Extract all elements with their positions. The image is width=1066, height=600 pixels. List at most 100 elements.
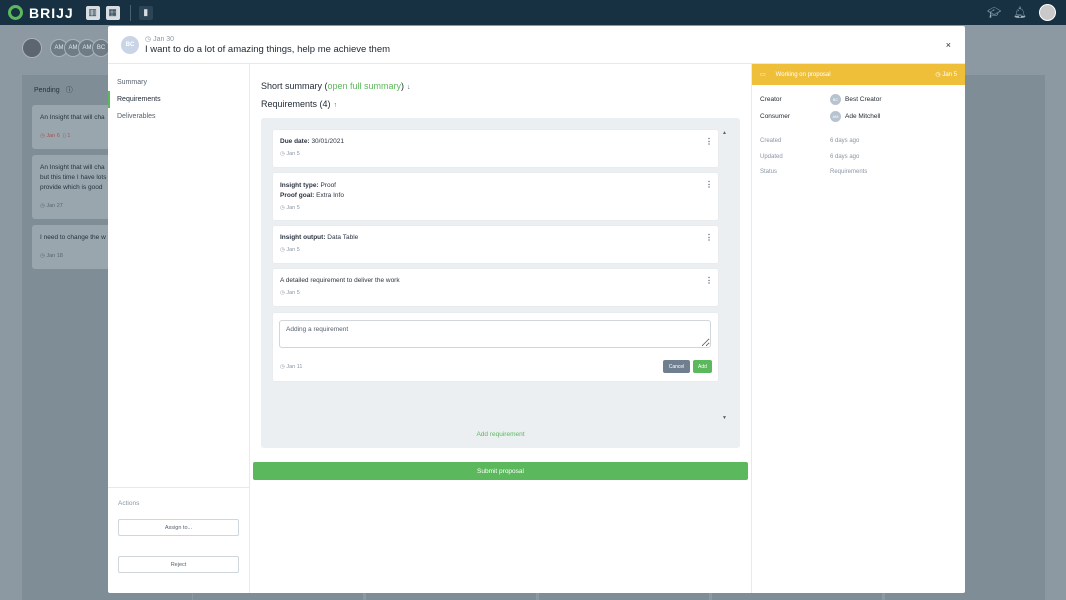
status-date-text: Jan 5 — [942, 72, 957, 78]
actions-label: Actions — [118, 500, 140, 507]
requirement-date-text: Jan 5 — [286, 290, 300, 296]
consumer-mini-avatar: AM — [830, 111, 841, 122]
requirement-text: A detailed requirement to deliver the wo… — [280, 276, 400, 286]
new-requirement-input[interactable]: Adding a requirement — [279, 320, 711, 348]
more-options-icon[interactable]: ⋮ — [705, 233, 713, 242]
status-row: Status Requirements — [760, 169, 867, 175]
board-owner-avatar[interactable] — [22, 38, 42, 58]
consumer-label: Consumer — [760, 113, 790, 120]
new-requirement-date: ◷ Jan 11 — [280, 364, 303, 370]
columns-view-button[interactable]: ▦ — [105, 5, 120, 20]
card-date: Jan 27 — [46, 203, 63, 209]
requirement-label: Insight type: — [280, 182, 319, 189]
consumer-row: Consumer AM Ade Mitchell — [760, 111, 880, 122]
requirement-date-text: Jan 5 — [286, 247, 300, 253]
add-requirement-link[interactable]: Add requirement — [261, 431, 740, 438]
bell-icon[interactable]: 🔔︎ — [1013, 6, 1027, 19]
creator-mini-avatar: BC — [830, 94, 841, 105]
summary-label: Short summary ( — [261, 81, 328, 91]
scroll-down-icon[interactable]: ▼ — [722, 415, 727, 421]
board-view-button[interactable]: ▥ — [85, 5, 100, 20]
nav-deliverables[interactable]: Deliverables — [108, 108, 249, 125]
requirement-value: Data Table — [327, 234, 359, 241]
creator-label: Creator — [760, 96, 782, 103]
requirement-label: Insight output: — [280, 234, 326, 241]
status-label: Working on proposal — [775, 71, 831, 78]
scroll-up-icon[interactable]: ▲ — [722, 130, 727, 136]
requirement-value: Proof — [320, 182, 336, 189]
card-count: 1 — [67, 133, 71, 139]
requirements-list: ▲ Due date: 30/01/2021 ◷ Jan 5 ⋮ Insight… — [261, 118, 740, 448]
arrow-up-icon[interactable]: ↑ — [334, 102, 338, 109]
summary-label-end: ) — [401, 81, 405, 91]
requirement-date-text: Jan 5 — [286, 205, 300, 211]
updated-row: Updated 6 days ago — [760, 154, 859, 160]
requirement-card[interactable]: A detailed requirement to deliver the wo… — [273, 269, 718, 306]
requirement-date: ◷ Jan 5 — [280, 290, 300, 296]
card-date: Jan 6 — [46, 133, 60, 139]
requirements-heading: Requirements (4) ↑ — [261, 99, 337, 109]
requirement-date: ◷ Jan 5 — [280, 247, 300, 253]
requirement-date: ◷ Jan 5 — [280, 205, 300, 211]
more-options-icon[interactable]: ⋮ — [705, 276, 713, 285]
more-options-icon[interactable]: ⋮ — [705, 180, 713, 189]
status-banner: ▭ Working on proposal ◷ Jan 5 — [752, 64, 965, 85]
graduation-cap-icon[interactable]: 🎓︎ — [987, 6, 1001, 19]
reject-button[interactable]: Reject — [118, 556, 239, 573]
modal-date: ◷ Jan 30 — [145, 36, 175, 43]
created-label: Created — [760, 138, 782, 144]
nav-summary[interactable]: Summary — [108, 74, 249, 91]
requirement-card[interactable]: Insight output: Data Table ◷ Jan 5 ⋮ — [273, 226, 718, 263]
add-button[interactable]: Add — [693, 360, 712, 373]
modal-sidebar: Summary Requirements Deliverables Action… — [108, 64, 250, 593]
requirement-value: A detailed requirement to deliver the wo… — [280, 277, 400, 284]
divider — [108, 487, 249, 488]
card-date: Jan 18 — [46, 253, 63, 259]
requirement-date-text: Jan 5 — [286, 151, 300, 157]
assign-button[interactable]: Assign to... — [118, 519, 239, 536]
info-icon: ⓘ — [65, 87, 73, 94]
folder-icon: ▭ — [760, 72, 766, 78]
new-requirement-date-text: Jan 11 — [286, 364, 303, 370]
top-navigation-bar: BRIJJ ▥ ▦ ▮ 🎓︎ 🔔︎ — [0, 0, 1066, 25]
requirement-text: Due date: 30/01/2021 — [280, 137, 344, 147]
cancel-button[interactable]: Cancel — [663, 360, 690, 373]
requirement-value: 30/01/2021 — [311, 138, 344, 145]
arrow-down-icon[interactable]: ↓ — [407, 84, 411, 91]
user-avatar[interactable] — [1039, 4, 1056, 21]
open-full-summary-link[interactable]: open full summary — [328, 81, 402, 91]
updated-label: Updated — [760, 154, 783, 160]
requirement-value: Extra Info — [316, 192, 344, 199]
proposal-modal: BC ◷ Jan 30 I want to do a lot of amazin… — [108, 26, 965, 593]
brijj-logo[interactable]: BRIJJ — [8, 5, 74, 21]
requirement-text: Insight type: Proof — [280, 181, 336, 191]
requirements-section: Short summary (open full summary) ↓ Requi… — [250, 64, 751, 593]
consumer-name[interactable]: Ade Mitchell — [845, 113, 880, 120]
close-icon[interactable]: × — [946, 40, 951, 50]
status-row-label: Status — [760, 169, 778, 175]
creator-avatar: BC — [121, 36, 139, 54]
logo-icon — [8, 5, 23, 20]
requirement-card[interactable]: Due date: 30/01/2021 ◷ Jan 5 ⋮ — [273, 130, 718, 167]
modal-date-text: Jan 30 — [153, 36, 175, 43]
requirement-text: Proof goal: Extra Info — [280, 191, 344, 201]
app-name: BRIJJ — [29, 4, 74, 21]
requirement-label: Proof goal: — [280, 192, 315, 199]
created-row: Created 6 days ago — [760, 138, 859, 144]
short-summary-heading: Short summary (open full summary) ↓ — [261, 81, 411, 91]
details-panel: ▭ Working on proposal ◷ Jan 5 Creator BC… — [751, 64, 965, 593]
requirement-date: ◷ Jan 5 — [280, 151, 300, 157]
divider — [129, 4, 131, 21]
reports-button[interactable]: ▮ — [138, 5, 153, 20]
requirement-label: Due date: — [280, 138, 310, 145]
status-value: Requirements — [830, 169, 868, 175]
creator-row: Creator BC Best Creator — [760, 94, 882, 105]
modal-header: BC ◷ Jan 30 I want to do a lot of amazin… — [108, 26, 965, 64]
creator-name[interactable]: Best Creator — [845, 96, 882, 103]
more-options-icon[interactable]: ⋮ — [705, 137, 713, 146]
modal-title: I want to do a lot of amazing things, he… — [145, 44, 391, 55]
board-header: AM AM AM BC — [22, 38, 110, 58]
requirement-card[interactable]: Insight type: Proof Proof goal: Extra In… — [273, 173, 718, 220]
nav-requirements[interactable]: Requirements — [108, 91, 249, 108]
submit-proposal-button[interactable]: Submit proposal — [253, 462, 748, 480]
